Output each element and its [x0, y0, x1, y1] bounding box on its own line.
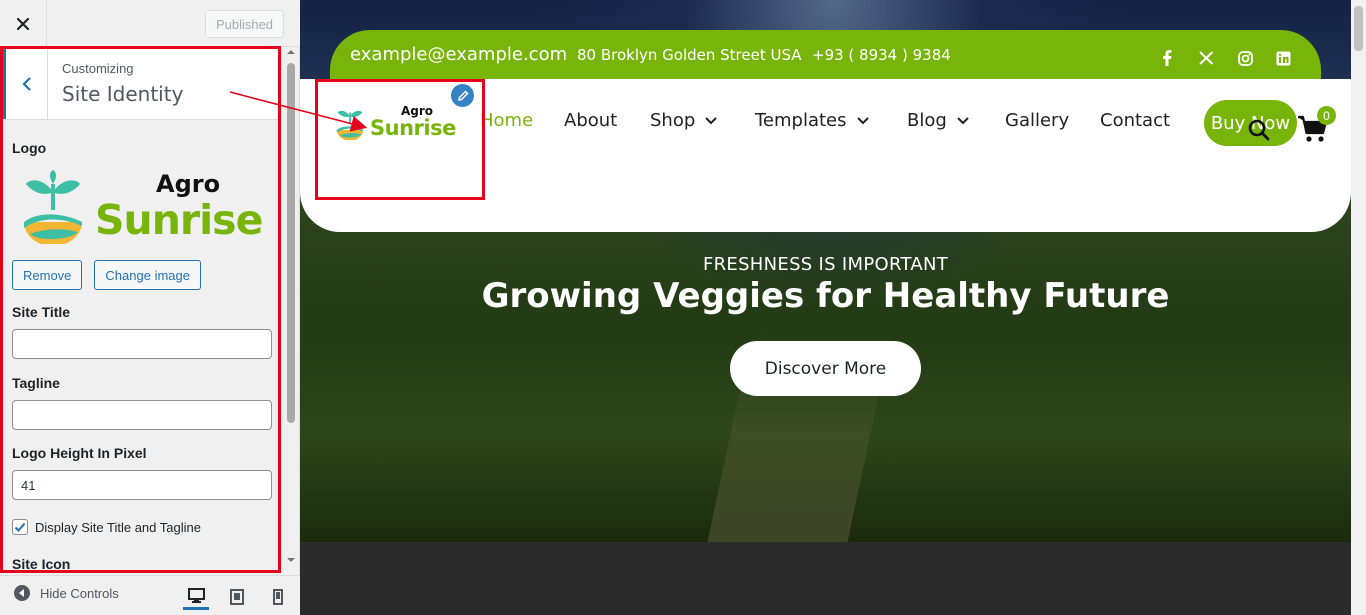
contact-address: 80 Broklyn Golden Street USA — [577, 46, 802, 64]
dark-section — [300, 542, 1366, 615]
remove-logo-button[interactable]: Remove — [12, 260, 83, 290]
logo-height-input[interactable] — [12, 470, 272, 500]
nav-blog[interactable]: Blog — [907, 110, 969, 131]
social-facebook[interactable] — [1157, 48, 1177, 68]
social-instagram[interactable] — [1235, 48, 1255, 68]
chevron-left-icon — [21, 76, 31, 91]
change-image-button[interactable]: Change image — [94, 260, 201, 290]
nav-contact[interactable]: Contact — [1100, 110, 1170, 131]
device-desktop-button[interactable] — [183, 584, 209, 610]
section-controls: Logo Agro Sunrise Remove Change image Si… — [2, 121, 278, 571]
section-title: Site Identity — [62, 82, 184, 106]
display-title-checkbox[interactable] — [12, 519, 28, 535]
site-title-label: Site Title — [12, 304, 71, 320]
site-title-input[interactable] — [12, 329, 272, 359]
contact-phone[interactable]: +93 ( 8934 ) 9384 — [812, 46, 951, 64]
chevron-down-icon — [856, 116, 869, 124]
preview-scroll-thumb[interactable] — [1354, 6, 1363, 51]
customizer-sidebar: Published Customizing Site Identity Logo… — [0, 0, 300, 615]
customizer-footer: Hide Controls — [0, 575, 300, 615]
close-icon — [16, 17, 30, 30]
pencil-icon — [457, 89, 469, 101]
logo-label: Logo — [12, 140, 47, 156]
desktop-icon — [187, 588, 205, 603]
checkmark-icon — [14, 522, 26, 532]
search-button[interactable] — [1247, 118, 1271, 142]
social-linkedin[interactable] — [1273, 48, 1293, 68]
collapse-arrow-icon — [14, 585, 30, 601]
hide-controls-button[interactable]: Hide Controls — [14, 585, 119, 601]
breadcrumb: Customizing — [62, 61, 134, 76]
hide-controls-label: Hide Controls — [40, 585, 119, 601]
nav-gallery[interactable]: Gallery — [1005, 110, 1069, 131]
linkedin-icon — [1276, 51, 1290, 65]
chevron-down-icon — [957, 116, 969, 124]
scroll-up-icon — [287, 50, 295, 54]
publish-button[interactable]: Published — [205, 10, 284, 38]
tablet-icon — [230, 589, 244, 605]
logo-height-label: Logo Height In Pixel — [12, 445, 147, 461]
logo-big-text: Sunrise — [370, 116, 456, 140]
device-tablet-button[interactable] — [224, 584, 250, 610]
edit-logo-shortcut[interactable] — [449, 82, 476, 109]
mobile-icon — [273, 589, 283, 605]
logo-leaf-icon — [24, 170, 82, 244]
social-x[interactable] — [1196, 48, 1216, 68]
nav-gallery-label: Gallery — [1005, 110, 1070, 131]
back-button[interactable] — [2, 48, 48, 119]
nav-about-label: About — [564, 110, 618, 131]
hero-eyebrow: FRESHNESS IS IMPORTANT — [702, 254, 949, 275]
preview-scrollbar[interactable] — [1351, 0, 1366, 615]
nav-about[interactable]: About — [564, 110, 617, 131]
instagram-icon — [1237, 50, 1253, 66]
nav-shop[interactable]: Shop — [650, 110, 717, 131]
section-header: Customizing Site Identity — [2, 48, 278, 120]
logo-preview[interactable]: Agro Sunrise — [12, 170, 272, 246]
tagline-label: Tagline — [12, 375, 60, 391]
chevron-down-icon — [705, 116, 717, 124]
nav-shop-label: Shop — [650, 110, 696, 131]
sidebar-scrollbar[interactable] — [284, 47, 298, 571]
customizer-header: Published — [0, 0, 300, 47]
scroll-down-icon — [287, 558, 295, 562]
hero-title: Growing Veggies for Healthy Future — [481, 276, 1170, 316]
site-icon-label: Site Icon — [12, 556, 71, 571]
logo-preview-big-text: Sunrise — [95, 196, 263, 244]
facebook-icon — [1163, 50, 1172, 66]
site-preview: example@example.com 80 Broklyn Golden St… — [300, 0, 1366, 615]
nav-templates[interactable]: Templates — [755, 110, 869, 131]
search-icon — [1248, 119, 1270, 141]
logo-leaf-icon — [336, 110, 364, 140]
contact-email[interactable]: example@example.com — [350, 44, 567, 65]
nav-home[interactable]: Home — [480, 110, 533, 131]
cart-count-badge: 0 — [1317, 106, 1336, 125]
nav-contact-label: Contact — [1100, 110, 1171, 131]
logo-preview-small-text: Agro — [156, 170, 221, 198]
x-icon — [1198, 51, 1213, 65]
sidebar-scroll-thumb[interactable] — [287, 63, 295, 423]
tagline-input[interactable] — [12, 400, 272, 430]
display-title-label: Display Site Title and Tagline — [35, 519, 201, 535]
device-mobile-button[interactable] — [265, 584, 291, 610]
nav-home-label: Home — [480, 110, 534, 131]
nav-templates-label: Templates — [755, 110, 847, 131]
close-customizer-button[interactable] — [0, 0, 47, 47]
nav-blog-label: Blog — [907, 110, 947, 131]
discover-more-button[interactable]: Discover More — [730, 341, 921, 396]
